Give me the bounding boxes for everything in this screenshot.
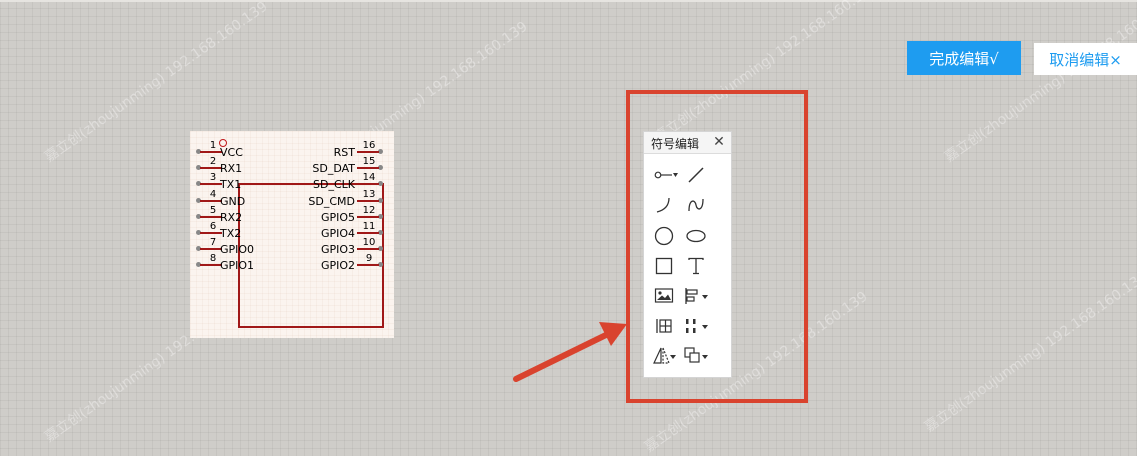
pin-line (357, 264, 379, 266)
pin-number: 6 (209, 221, 217, 232)
pin-number: 11 (362, 221, 376, 232)
pin-left[interactable]: 8 GPIO1 (196, 253, 256, 272)
pin-line (357, 248, 379, 250)
pin-right[interactable]: 16 RST (300, 140, 394, 159)
top-divider (0, 0, 1137, 2)
component-symbol[interactable]: 1 VCC 2 RX1 3 TX1 4 GND 5 RX2 6 TX2 7 GPIO0 8 GP… (190, 131, 394, 338)
pin-right[interactable]: 14 SD_CLK (300, 172, 394, 191)
pin-number: 13 (362, 189, 376, 200)
pin-number: 1 (209, 140, 217, 151)
ellipse-tool-icon[interactable] (681, 224, 711, 248)
pin-line (357, 232, 379, 234)
watermark: 嘉立创(zhoujunming) 192.168.160.139 (941, 0, 1137, 166)
pin-left[interactable]: 3 TX1 (196, 172, 256, 191)
pin-number: 5 (209, 205, 217, 216)
pin-line (200, 167, 222, 169)
symbol-edit-toolbox[interactable]: 符号编辑 ✕ (643, 131, 732, 378)
pin-left[interactable]: 4 GND (196, 189, 256, 208)
pin-number: 8 (209, 253, 217, 264)
pin-number: 15 (362, 156, 376, 167)
pin-number: 14 (362, 172, 376, 183)
pin-left[interactable]: 1 VCC (196, 140, 256, 159)
pin-line (200, 248, 222, 250)
rectangle-tool-icon[interactable] (649, 254, 679, 278)
watermark: 嘉立创(zhoujunming) 192.168.160.139 (921, 268, 1137, 436)
pin-right[interactable]: 13 SD_CMD (300, 189, 394, 208)
pin-line (200, 264, 222, 266)
pin-number: 10 (362, 237, 376, 248)
pin-line (200, 183, 222, 185)
pin-line (357, 151, 379, 153)
toolbox-header[interactable]: 符号编辑 ✕ (644, 132, 731, 154)
pin-right[interactable]: 15 SD_DAT (300, 156, 394, 175)
pin-line (200, 151, 222, 153)
pin-right[interactable]: 9 GPIO2 (300, 253, 394, 272)
arrange-tool-icon[interactable] (681, 344, 711, 368)
pin-line (357, 167, 379, 169)
grid-tool-icon[interactable] (649, 314, 679, 338)
pin-label: GPIO1 (220, 259, 255, 272)
pin-right[interactable]: 11 GPIO4 (300, 221, 394, 240)
editor-canvas[interactable]: 嘉立创(zhoujunming) 192.168.160.139 嘉立创(zho… (0, 0, 1137, 456)
pin-number: 12 (362, 205, 376, 216)
pin-left[interactable]: 6 TX2 (196, 221, 256, 240)
toolbox-title: 符号编辑 (651, 137, 700, 151)
align-tool-icon[interactable] (681, 284, 711, 308)
bezier-tool-icon[interactable] (681, 193, 711, 217)
pin-tool-icon[interactable] (652, 163, 682, 187)
pin-right[interactable]: 10 GPIO3 (300, 237, 394, 256)
pin-number: 4 (209, 189, 217, 200)
pin-number: 9 (365, 253, 373, 264)
pin-left[interactable]: 7 GPIO0 (196, 237, 256, 256)
close-icon[interactable]: ✕ (711, 133, 727, 151)
image-tool-icon[interactable] (649, 284, 679, 308)
pin-line (200, 200, 222, 202)
distribute-tool-icon[interactable] (681, 314, 711, 338)
pin-number: 2 (209, 156, 217, 167)
pin-left[interactable]: 5 RX2 (196, 205, 256, 224)
flip-tool-icon[interactable] (649, 344, 679, 368)
pin-right[interactable]: 12 GPIO5 (300, 205, 394, 224)
pin-number: 16 (362, 140, 376, 151)
pin-number: 3 (209, 172, 217, 183)
pin-line (357, 216, 379, 218)
text-tool-icon[interactable] (681, 254, 711, 278)
pin-label: GPIO2 (320, 259, 355, 272)
pin-line (357, 200, 379, 202)
arc-tool-icon[interactable] (649, 193, 679, 217)
cancel-edit-button[interactable]: 取消编辑× (1034, 43, 1137, 75)
pin-left[interactable]: 2 RX1 (196, 156, 256, 175)
pin-line (357, 183, 379, 185)
line-tool-icon[interactable] (681, 163, 711, 187)
circle-tool-icon[interactable] (649, 224, 679, 248)
pin-line (200, 216, 222, 218)
pin-number: 7 (209, 237, 217, 248)
pin-line (200, 232, 222, 234)
finish-edit-button[interactable]: 完成编辑√ (907, 41, 1021, 75)
